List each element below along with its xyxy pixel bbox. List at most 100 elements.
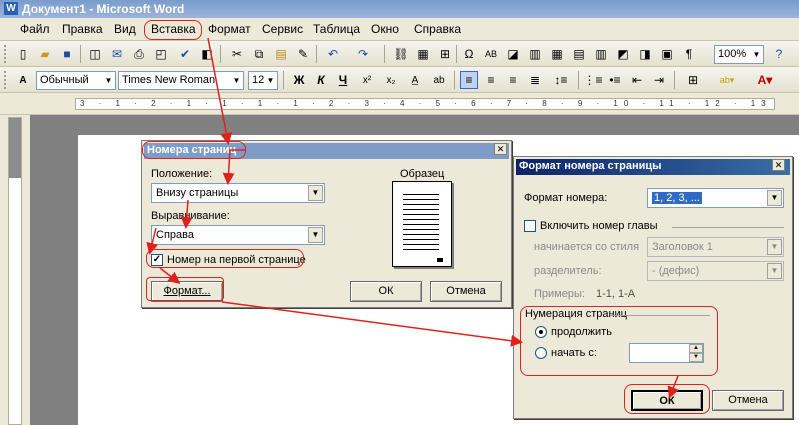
- format-painter-icon[interactable]: ✎: [294, 45, 312, 63]
- align-left-icon[interactable]: ≡: [460, 71, 478, 89]
- number-format-label: Формат номера:: [524, 192, 608, 204]
- spelling-icon[interactable]: ✔: [176, 45, 194, 63]
- ruler-scale[interactable]: 3 · 1 · 2 · 1 · 1 · 1 · 1 · 2 · 3 · 4 · …: [75, 98, 775, 110]
- menu-help[interactable]: Справка: [414, 22, 461, 36]
- font-color-icon[interactable]: A▾: [756, 71, 774, 89]
- bullets-icon[interactable]: •≡: [606, 71, 624, 89]
- standard-toolbar: ▯ ▰ ■ ◫ ✉ ⎙ ◰ ✔ ◧ ✂ ⧉ ▤ ✎ ↶ ↷ ⛓ ▦ ⊞ Ω AB…: [0, 41, 799, 67]
- position-select[interactable]: Внизу страницы ▼: [151, 183, 325, 203]
- excel-table-icon[interactable]: ▤: [570, 45, 588, 63]
- undo-icon[interactable]: ↶: [324, 45, 342, 63]
- vertical-ruler-margin: [9, 118, 21, 178]
- help-icon[interactable]: ?: [770, 45, 788, 63]
- preview-label: Образец: [400, 168, 445, 180]
- symbol-omega-icon[interactable]: Ω: [460, 45, 478, 63]
- align-right-icon[interactable]: ≡: [504, 71, 522, 89]
- document-map-icon[interactable]: ◨: [636, 45, 654, 63]
- pilcrow-icon[interactable]: ¶: [680, 45, 698, 63]
- research-book-icon[interactable]: ▣: [658, 45, 676, 63]
- email-icon[interactable]: ✉: [108, 45, 126, 63]
- chevron-down-icon: ▼: [767, 263, 782, 279]
- style-combo[interactable]: Обычный ▼: [36, 71, 116, 90]
- new-document-icon[interactable]: ▯: [14, 45, 32, 63]
- alignment-label: Выравнивание:: [151, 210, 230, 222]
- separator-select[interactable]: - (дефис) ▼: [647, 261, 784, 281]
- decrease-indent-icon[interactable]: ⇤: [628, 71, 646, 89]
- subscript-icon[interactable]: x₂: [382, 71, 400, 89]
- insert-object-icon[interactable]: ◪: [504, 45, 522, 63]
- underline-button[interactable]: Ч: [334, 71, 352, 89]
- permission-icon[interactable]: ◫: [86, 45, 104, 63]
- italic-button[interactable]: К: [312, 71, 330, 89]
- include-chapter-label: Включить номер главы: [540, 220, 658, 232]
- columns-layout-icon[interactable]: ▥: [592, 45, 610, 63]
- print-icon[interactable]: ⎙: [130, 45, 148, 63]
- menu-view[interactable]: Вид: [114, 22, 136, 36]
- copy-icon[interactable]: ⧉: [250, 45, 268, 63]
- spelling-ab-icon[interactable]: AB: [482, 45, 500, 63]
- table-icon[interactable]: ▦: [548, 45, 566, 63]
- chevron-down-icon: ▼: [308, 185, 323, 201]
- separator-label: разделитель:: [534, 265, 602, 277]
- cut-icon[interactable]: ✂: [228, 45, 246, 63]
- superscript-icon[interactable]: x²: [358, 71, 376, 89]
- cancel-button[interactable]: Отмена: [712, 390, 784, 411]
- tables-borders-icon[interactable]: ▦: [414, 45, 432, 63]
- cancel-button[interactable]: Отмена: [430, 281, 502, 302]
- menu-window[interactable]: Окно: [371, 22, 399, 36]
- increase-indent-icon[interactable]: ⇥: [650, 71, 668, 89]
- menu-format[interactable]: Формат: [208, 22, 251, 36]
- close-icon[interactable]: ✕: [494, 143, 507, 155]
- open-folder-icon[interactable]: ▰: [36, 45, 54, 63]
- styles-icon[interactable]: A: [14, 71, 32, 89]
- ok-button[interactable]: ОК: [350, 281, 422, 302]
- line-spacing-icon[interactable]: ↕≡: [552, 71, 570, 89]
- toolbar-grip[interactable]: [4, 71, 7, 89]
- bold-button[interactable]: Ж: [290, 71, 308, 89]
- horizontal-ruler: 3 · 1 · 2 · 1 · 1 · 1 · 1 · 2 · 3 · 4 · …: [0, 93, 799, 115]
- menu-edit[interactable]: Правка: [62, 22, 103, 36]
- menu-file[interactable]: Файл: [20, 22, 50, 36]
- word-app-icon: W: [4, 2, 18, 15]
- research-icon[interactable]: ◧: [198, 45, 216, 63]
- font-size-combo[interactable]: 12 ▼: [248, 71, 278, 90]
- highlight-color-icon[interactable]: ab▾: [718, 71, 736, 89]
- align-center-icon[interactable]: ≡: [482, 71, 500, 89]
- page-preview: [392, 181, 452, 267]
- chapter-style-select[interactable]: Заголовок 1 ▼: [647, 237, 784, 257]
- columns-icon[interactable]: ▥: [526, 45, 544, 63]
- chevron-down-icon: ▼: [767, 239, 782, 255]
- vertical-ruler[interactable]: [8, 117, 22, 425]
- alignment-select[interactable]: Справа ▼: [151, 225, 325, 245]
- hyperlink-icon[interactable]: ⛓: [392, 45, 410, 63]
- drawing-icon[interactable]: ◩: [614, 45, 632, 63]
- annotation-numbering-group: [520, 306, 718, 376]
- insert-table-icon[interactable]: ⊞: [436, 45, 454, 63]
- examples-value: 1-1, 1-A: [596, 288, 636, 300]
- close-icon[interactable]: ✕: [772, 159, 785, 171]
- page-number-format-dialog-title: Формат номера страницы: [516, 159, 790, 175]
- menu-bar: Файл Правка Вид Вставка Формат Сервис Та…: [0, 18, 799, 41]
- menu-table[interactable]: Таблица: [313, 22, 360, 36]
- print-preview-icon[interactable]: ◰: [152, 45, 170, 63]
- window-title: Документ1 - Microsoft Word: [22, 2, 185, 16]
- numbering-icon[interactable]: ⋮≡: [584, 71, 603, 89]
- paste-icon[interactable]: ▤: [272, 45, 290, 63]
- redo-icon[interactable]: ↷: [354, 45, 372, 63]
- annotation-first-page: [146, 249, 304, 268]
- annotation-dialog-title: [142, 141, 246, 159]
- justify-icon[interactable]: ≣: [526, 71, 544, 89]
- page-number-format-dialog: Формат номера страницы ✕ Формат номера: …: [513, 156, 793, 419]
- char-format-icon[interactable]: A̲: [406, 71, 424, 89]
- chevron-down-icon: ▼: [767, 190, 782, 206]
- include-chapter-checkbox[interactable]: [524, 220, 536, 232]
- borders-icon[interactable]: ⊞: [684, 71, 702, 89]
- save-icon[interactable]: ■: [58, 45, 76, 63]
- chapter-starts-label: начинается со стиля: [534, 241, 640, 253]
- menu-tools[interactable]: Сервис: [262, 22, 303, 36]
- highlight-text-icon[interactable]: ab: [430, 71, 448, 89]
- zoom-combo[interactable]: 100% ▼: [714, 45, 764, 64]
- font-combo[interactable]: Times New Roman ▼: [118, 71, 244, 90]
- toolbar-grip[interactable]: [4, 45, 7, 63]
- number-format-select[interactable]: 1, 2, 3, ... ▼: [647, 188, 784, 208]
